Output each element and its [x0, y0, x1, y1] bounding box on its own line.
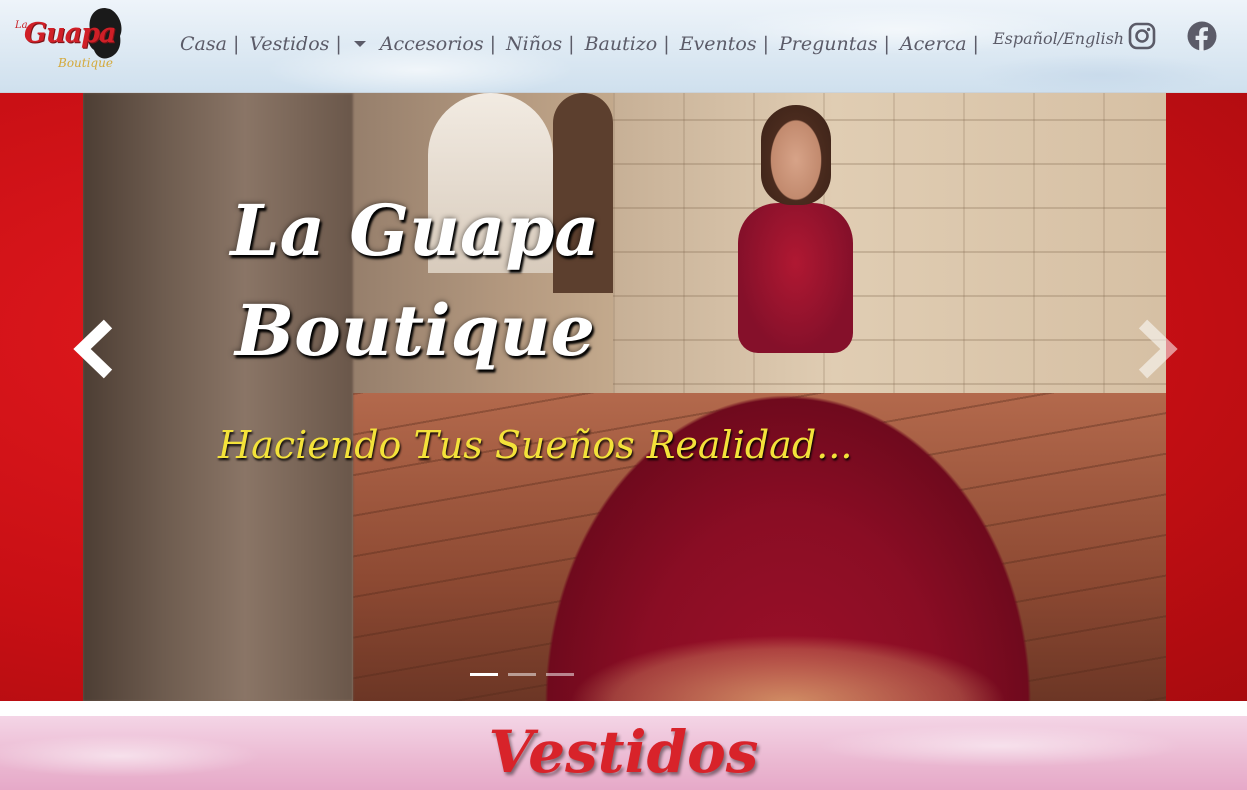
carousel-indicator[interactable] [470, 673, 498, 676]
gown-bodice [738, 203, 853, 353]
hero-title-line-2: Boutique [234, 289, 596, 372]
instagram-icon[interactable] [1128, 22, 1156, 50]
site-header: La Guapa Boutique Casa | Vestidos | Acce… [0, 0, 1247, 93]
chevron-right-icon[interactable] [1133, 318, 1181, 380]
dropdown-caret-icon[interactable] [353, 41, 366, 47]
nav-item-accesorios[interactable]: Accesorios [380, 33, 484, 55]
nav-separator: | [335, 33, 342, 55]
nav-item-acerca[interactable]: Acerca [900, 33, 967, 55]
language-toggle[interactable]: Español/English [993, 29, 1124, 48]
nav-separator: | [489, 33, 497, 55]
carousel-indicator[interactable] [508, 673, 536, 676]
nav-separator: | [883, 33, 890, 55]
nav-separator: | [663, 33, 670, 55]
carousel-indicator[interactable] [546, 673, 574, 676]
hero-tagline: Haciendo Tus Sueños Realidad... [218, 423, 853, 467]
logo-sub-text: Boutique [58, 56, 113, 70]
nav-separator: | [568, 33, 575, 55]
brand-logo[interactable]: La Guapa Boutique [12, 4, 130, 84]
nav-separator: | [972, 33, 979, 55]
logo-main-text: Guapa [24, 18, 117, 49]
section-title: Vestidos [488, 718, 759, 786]
nav-item-casa[interactable]: Casa [180, 33, 227, 55]
nav-item-bautizo[interactable]: Bautizo [585, 33, 658, 55]
nav-item-eventos[interactable]: Eventos [680, 33, 757, 55]
hero-title-line-1: La Guapa [230, 189, 600, 272]
vestidos-section: Vestidos [0, 716, 1247, 790]
nav-item-ninos[interactable]: Niños [506, 33, 562, 55]
carousel-indicators [470, 673, 574, 676]
hero-title: La Guapa Boutique [225, 181, 605, 381]
main-nav: Casa | Vestidos | Accesorios | Niños | B… [180, 30, 989, 58]
chevron-left-icon[interactable] [70, 318, 118, 380]
gown-lace-trim [503, 613, 1073, 701]
nav-item-preguntas[interactable]: Preguntas [779, 33, 877, 55]
model-head [761, 105, 831, 205]
nav-separator: | [232, 33, 240, 55]
nav-item-vestidos[interactable]: Vestidos [249, 33, 329, 55]
nav-separator: | [762, 33, 769, 55]
hero-carousel: La Guapa Boutique Haciendo Tus Sueños Re… [0, 93, 1247, 701]
facebook-icon[interactable] [1187, 21, 1217, 51]
